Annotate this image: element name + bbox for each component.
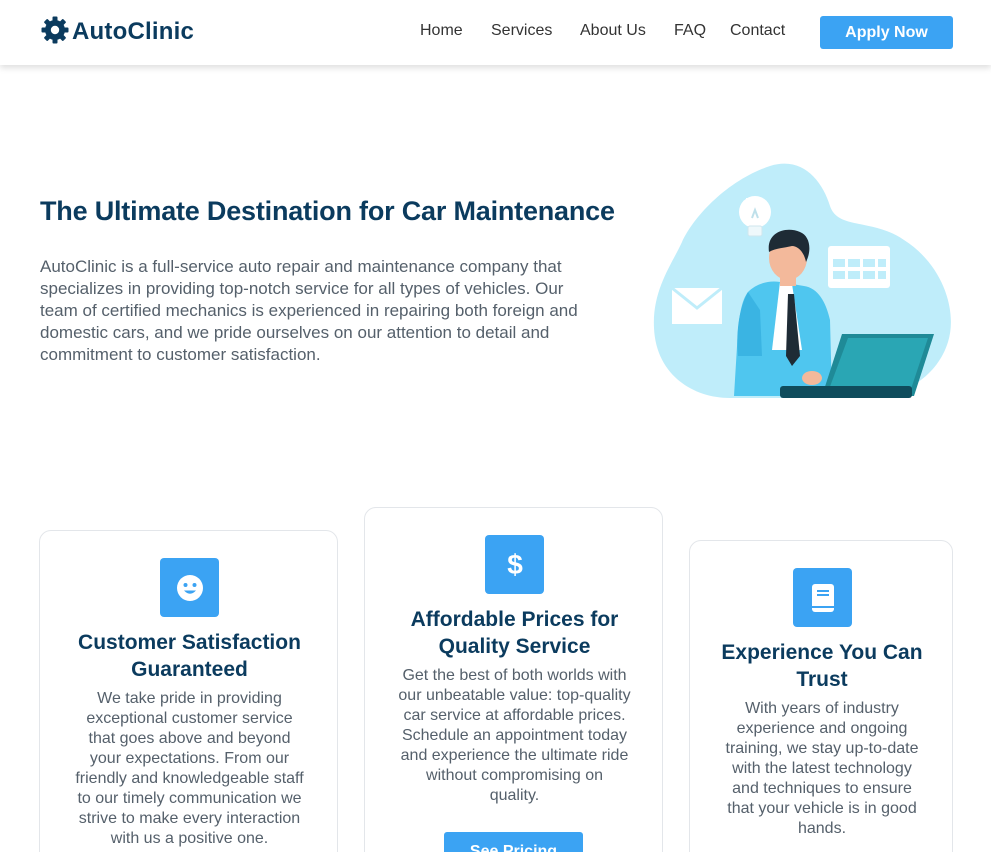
card-title: Experience You Can Trust	[721, 641, 923, 691]
card-description: Get the best of both worlds with our unb…	[398, 667, 631, 804]
logo[interactable]: AutoClinic	[40, 16, 194, 48]
nav-item-services[interactable]: Services	[491, 22, 552, 40]
hero-text-line: AutoClinic is a full-service auto repair…	[40, 257, 562, 276]
nav-item-about-us[interactable]: About Us	[580, 22, 646, 40]
card-description: We take pride in providing exceptional c…	[75, 690, 304, 847]
brand-name: AutoClinic	[72, 18, 194, 45]
feature-card-pricing: $ Affordable Prices for Quality Service …	[364, 507, 663, 852]
card-title: Customer Satisfaction Guaranteed	[78, 631, 301, 681]
hero-text-line: domestic cars, and we pride ourselves on…	[40, 323, 550, 342]
hero-text-line: specializes in providing top-notch servi…	[40, 279, 564, 298]
nav-item-home[interactable]: Home	[420, 22, 463, 40]
svg-text:$: $	[507, 549, 523, 580]
businessman-at-laptop-illustration	[652, 160, 954, 400]
smiley-face-icon	[160, 558, 219, 617]
apply-now-button[interactable]: Apply Now	[820, 16, 953, 49]
calendar-grid-icon	[828, 246, 890, 288]
see-pricing-button[interactable]: See Pricing	[444, 832, 583, 852]
card-description: With years of industry experience and on…	[725, 700, 919, 837]
feature-card-satisfaction: Customer Satisfaction Guaranteed We take…	[39, 530, 338, 852]
gear-icon	[40, 15, 70, 50]
hero-description: AutoClinic is a full-service auto repair…	[40, 256, 630, 366]
nav-item-contact[interactable]: Contact	[730, 22, 785, 40]
feature-card-experience: Experience You Can Trust With years of i…	[689, 540, 953, 852]
book-icon	[793, 568, 852, 627]
site-header: AutoClinic Home Services About Us FAQ Co…	[0, 0, 991, 65]
hero-text-line: team of certified mechanics is experienc…	[40, 301, 578, 320]
hero-text-line: commitment to customer satisfaction.	[40, 345, 321, 364]
dollar-sign-icon: $	[485, 535, 544, 594]
card-title: Affordable Prices for Quality Service	[410, 608, 619, 658]
nav-item-faq[interactable]: FAQ	[674, 22, 706, 40]
hero-title: The Ultimate Destination for Car Mainten…	[40, 196, 615, 226]
envelope-icon	[671, 286, 723, 324]
